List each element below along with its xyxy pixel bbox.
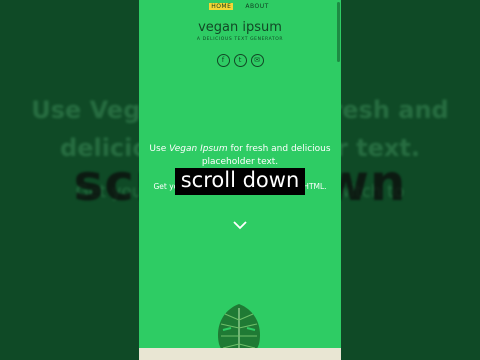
hero-brand: Vegan Ipsum bbox=[169, 144, 228, 154]
caption-text: scroll down bbox=[174, 168, 306, 195]
footer-strip bbox=[139, 348, 341, 360]
video-caption: scroll down bbox=[0, 168, 480, 195]
nav-about[interactable]: ABOUT bbox=[243, 3, 270, 10]
facebook-icon[interactable]: f bbox=[216, 54, 230, 67]
top-nav: HOME ABOUT bbox=[139, 3, 341, 10]
twitter-icon[interactable]: t bbox=[233, 54, 247, 67]
email-icon[interactable]: ✉ bbox=[250, 54, 264, 67]
site-title[interactable]: vegan ipsum bbox=[139, 20, 341, 35]
chevron-down-icon[interactable] bbox=[232, 219, 248, 231]
site-tagline: A DELICIOUS TEXT GENERATOR bbox=[196, 37, 284, 42]
hero-headline: Use Vegan Ipsum for fresh and delicious … bbox=[147, 143, 333, 169]
social-links: f t ✉ bbox=[139, 54, 341, 67]
hero-prefix: Use bbox=[149, 144, 170, 154]
nav-home[interactable]: HOME bbox=[209, 3, 234, 10]
